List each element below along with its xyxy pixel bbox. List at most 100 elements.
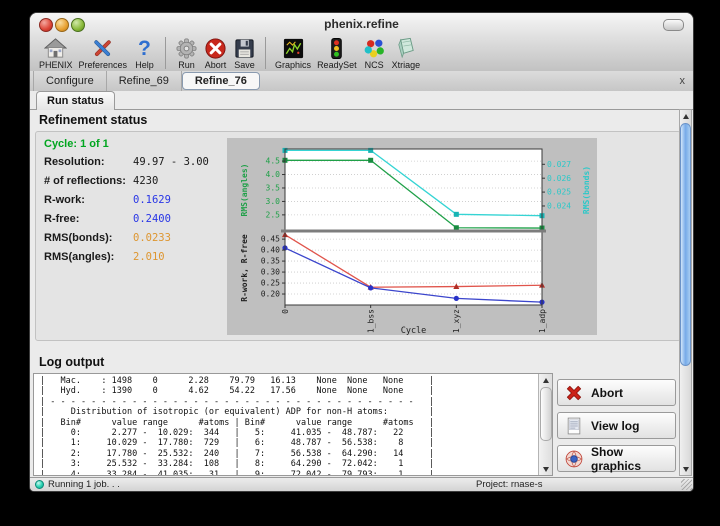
toolbar-label: Abort [205, 60, 227, 70]
toolbar: PHENIX Preferences ? Help [30, 35, 693, 71]
graphics-sphere-icon [564, 449, 584, 469]
help-icon: ? [133, 37, 156, 60]
svg-text:0.40: 0.40 [261, 246, 280, 255]
svg-text:0.45: 0.45 [261, 235, 280, 244]
stat-label: RMS(bonds): [44, 232, 112, 244]
log-scrollbar-thumb[interactable] [540, 387, 552, 441]
toolbar-button-graphics[interactable]: Graphics [275, 37, 311, 70]
toolbar-button-preferences[interactable]: Preferences [79, 37, 128, 70]
stat-value: 0.2400 [133, 213, 171, 225]
close-window-button[interactable] [39, 18, 53, 32]
title-bar[interactable]: phenix.refine [30, 13, 693, 35]
running-status-gem-icon [35, 480, 44, 489]
toolbar-separator [165, 37, 166, 69]
svg-text:RMS(bonds): RMS(bonds) [582, 166, 591, 214]
phenix-refine-window: phenix.refine PHENIX [29, 12, 694, 492]
toolbar-label: Help [135, 60, 154, 70]
svg-text:RMS(angles): RMS(angles) [240, 164, 249, 217]
toolbar-button-save[interactable]: Save [233, 37, 256, 70]
abort-x-icon [564, 383, 584, 403]
stat-label: # of reflections: [44, 175, 126, 187]
resize-grip[interactable] [681, 479, 692, 490]
show-graphics-button-label: Show graphics [591, 445, 675, 473]
zoom-window-button[interactable] [71, 18, 85, 32]
refinement-stats-panel: Cycle: 1 of 1 Resolution: 49.97 - 3.00 #… [35, 131, 681, 341]
log-scrollbar[interactable] [538, 374, 552, 475]
toolbar-label: Preferences [79, 60, 128, 70]
svg-text:0: 0 [281, 309, 290, 314]
subtab-run-status[interactable]: Run status [36, 91, 115, 110]
stat-value: 4230 [133, 175, 158, 187]
log-output-heading: Log output [39, 355, 104, 369]
toolbar-button-readyset[interactable]: ReadySet [317, 37, 357, 70]
svg-text:3.5: 3.5 [266, 184, 281, 193]
toolbar-button-ncs[interactable]: NCS [363, 37, 386, 70]
show-graphics-button[interactable]: Show graphics [557, 445, 676, 472]
document-icon [564, 416, 584, 436]
scroll-up-arrow-icon[interactable] [680, 110, 691, 122]
minimize-window-button[interactable] [55, 18, 69, 32]
svg-text:3.0: 3.0 [266, 197, 281, 206]
window-chrome: phenix.refine PHENIX [30, 13, 693, 72]
svg-text:0.026: 0.026 [547, 174, 571, 183]
abort-icon [204, 37, 227, 60]
gear-icon [175, 37, 198, 60]
running-status-text: Running 1 job. . . [48, 478, 120, 491]
svg-text:0.025: 0.025 [547, 188, 571, 197]
crystal-icon [394, 37, 417, 60]
toolbar-label: Xtriage [392, 60, 421, 70]
tab-refine-76[interactable]: Refine_76 [182, 72, 260, 90]
log-output-view[interactable]: | Mac. : 1498 0 2.28 79.79 16.13 None No… [33, 373, 553, 476]
stat-label: Resolution: [44, 156, 105, 168]
svg-text:0.027: 0.027 [547, 160, 571, 169]
toolbar-label: NCS [365, 60, 384, 70]
status-bar: Running 1 job. . . Project: rnase-s [30, 477, 693, 491]
main-scrollbar-thumb[interactable] [680, 123, 691, 366]
svg-text:4.5: 4.5 [266, 157, 281, 166]
stat-value: 0.0233 [133, 232, 171, 244]
svg-text:0.35: 0.35 [261, 257, 280, 266]
main-scrollbar[interactable] [679, 109, 692, 476]
svg-text:0.30: 0.30 [261, 268, 280, 277]
toolbar-label: Run [178, 60, 195, 70]
traffic-light-icon [325, 37, 348, 60]
screenshot-background: phenix.refine PHENIX [0, 0, 720, 526]
tab-configure[interactable]: Configure [33, 71, 107, 91]
run-status-panel: Run status Refinement status Cycle: 1 of… [30, 91, 693, 478]
window-title: phenix.refine [324, 17, 399, 31]
stat-label: R-work: [44, 194, 85, 206]
tab-close-icon[interactable]: x [680, 73, 686, 89]
refinement-chart-svg: 2.53.03.54.04.50.0240.0250.0260.027RMS(a… [227, 138, 597, 335]
ncs-spheres-icon [363, 37, 386, 60]
refinement-chart: 2.53.03.54.04.50.0240.0250.0260.027RMS(a… [227, 138, 597, 335]
toolbar-button-help[interactable]: ? Help [133, 37, 156, 70]
svg-text:?: ? [138, 37, 151, 60]
scroll-down-arrow-icon[interactable] [539, 463, 552, 475]
stat-value: 49.97 - 3.00 [133, 156, 209, 168]
toolbar-label: ReadySet [317, 60, 357, 70]
scroll-down-arrow-icon[interactable] [680, 463, 691, 475]
scroll-up-arrow-icon[interactable] [539, 374, 552, 386]
svg-text:4.0: 4.0 [266, 170, 281, 179]
toolbar-separator [265, 37, 266, 69]
abort-button[interactable]: Abort [557, 379, 676, 406]
tab-label: Configure [46, 75, 94, 87]
view-log-button[interactable]: View log [557, 412, 676, 439]
toolbar-toggle-lozenge[interactable] [663, 19, 684, 31]
svg-text:2.5: 2.5 [266, 210, 281, 219]
toolbar-button-abort[interactable]: Abort [204, 37, 227, 70]
toolbar-button-xtriage[interactable]: Xtriage [392, 37, 421, 70]
stat-value: 0.1629 [133, 194, 171, 206]
stat-value: 2.010 [133, 251, 165, 263]
stat-label: RMS(angles): [44, 251, 114, 263]
svg-text:1_bss: 1_bss [366, 309, 375, 333]
home-icon [44, 37, 67, 60]
tab-refine-69[interactable]: Refine_69 [107, 71, 182, 91]
tab-label: Refine_76 [195, 75, 247, 87]
tab-bar: Configure Refine_69 Refine_76 x [30, 71, 693, 92]
svg-text:0.25: 0.25 [261, 279, 280, 288]
tab-label: Refine_69 [119, 75, 169, 87]
toolbar-button-run[interactable]: Run [175, 37, 198, 70]
toolbar-button-phenix[interactable]: PHENIX [39, 37, 73, 70]
view-log-button-label: View log [591, 419, 639, 433]
